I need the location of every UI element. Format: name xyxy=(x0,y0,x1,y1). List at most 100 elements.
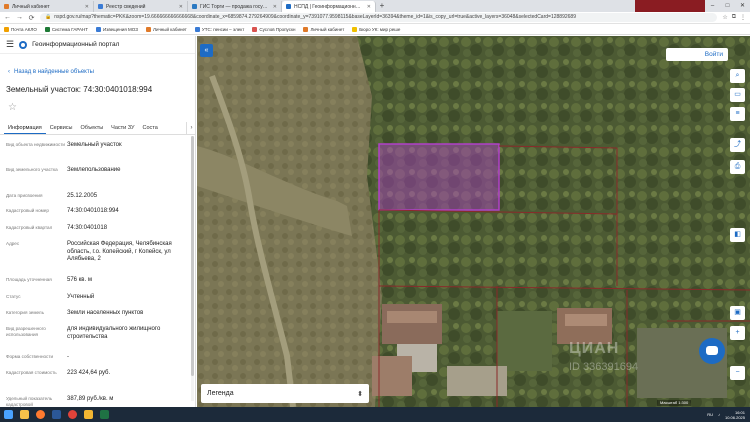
bookmark-label: Личный кабинет xyxy=(153,27,187,32)
chevron-right-icon[interactable]: › xyxy=(186,122,195,134)
menu-dots-icon[interactable]: ⋮ xyxy=(740,14,746,21)
excel-icon[interactable] xyxy=(96,407,112,422)
forward-arrow-icon[interactable]: → xyxy=(16,14,23,21)
zoom-out-button[interactable]: − xyxy=(730,366,745,380)
back-to-results-link[interactable]: ‹ Назад в найденные объекты xyxy=(8,69,94,75)
tab-services[interactable]: Сервисы xyxy=(46,122,77,134)
reload-icon[interactable]: ⟳ xyxy=(28,14,35,22)
object-title: Земельный участок: 74:30:0401018:994 xyxy=(6,85,153,94)
language-indicator[interactable]: RU xyxy=(707,412,713,417)
explorer-icon[interactable] xyxy=(16,407,32,422)
attribute-row: Кадастровый квартал 74:30:0401018 xyxy=(6,225,188,233)
favorite-star-icon[interactable]: ☆ xyxy=(8,102,17,113)
extensions-icon[interactable]: ⧉ xyxy=(732,14,736,21)
map-view[interactable]: ЦИАН ID 336391694 « Войти ⌕ ▭ ≡ ⤴ ⎙ ◧ ▣ … xyxy=(197,36,750,407)
bookmark-item[interactable]: Бюро УК: мир реше xyxy=(352,27,400,32)
portal-logo-icon[interactable] xyxy=(19,40,28,49)
browser-tab-active[interactable]: НСПД | Геоинформационный с ✕ xyxy=(282,1,376,12)
map-layers-toggle-icon[interactable]: ◧ xyxy=(730,228,745,242)
bookmark-item[interactable]: УТС: пенсии – элект xyxy=(194,27,245,32)
attribute-row: Категория земель Земли населенных пунктов xyxy=(6,310,188,318)
attribute-label: Кадастровый номер xyxy=(6,208,49,213)
scrollbar-thumb[interactable] xyxy=(191,136,194,376)
minimize-button[interactable]: – xyxy=(705,0,720,12)
attribute-value: 74:30:0401018 xyxy=(67,225,108,231)
legend-dropdown[interactable]: Легенда ⬍ xyxy=(201,384,369,403)
bookmark-item[interactable]: Личный кабинет xyxy=(146,27,187,32)
tab-label: Личный кабинет xyxy=(12,3,50,10)
bookmark-icon xyxy=(96,27,102,32)
bookmark-label: Суслов Пропускн xyxy=(259,27,296,32)
url-input[interactable]: 🔒 nspd.gov.ru/map?thematic=PKK&zoom=19.6… xyxy=(40,13,718,22)
bookmark-item[interactable]: Личный кабинет xyxy=(303,27,344,32)
tab-composition[interactable]: Соста xyxy=(139,122,162,134)
ruler-tool-icon[interactable]: ▭ xyxy=(730,88,745,102)
hamburger-menu-icon[interactable]: ☰ xyxy=(6,39,14,50)
layers-tool-icon[interactable]: ≡ xyxy=(730,107,745,121)
new-tab-button[interactable]: + xyxy=(376,1,388,12)
bookmark-item[interactable]: Суслов Пропускн xyxy=(252,27,295,32)
attribute-row: Дата присвоения 25.12.2005 xyxy=(6,193,188,201)
attribute-value: Российская Федерация, Челябинская област… xyxy=(67,241,172,262)
attribute-row: Площадь уточненная 576 кв. м xyxy=(6,277,188,285)
panel-scrollbar[interactable] xyxy=(191,136,194,401)
chat-bubble-icon xyxy=(706,346,718,355)
tab-label: НСПД | Геоинформационный с xyxy=(294,3,364,10)
bookmark-icon xyxy=(146,27,151,32)
share-tool-icon[interactable]: ⤴ xyxy=(730,138,745,152)
portal-title[interactable]: Геоинформационный портал xyxy=(32,41,119,48)
back-link-label: Назад в найденные объекты xyxy=(14,69,94,75)
tab-objects[interactable]: Объекты xyxy=(76,122,107,134)
collapse-panel-button[interactable]: « xyxy=(200,44,213,57)
address-bar-row: ← → ⟳ 🔒 nspd.gov.ru/map?thematic=PKK&zoo… xyxy=(0,12,750,24)
bookmark-star-icon[interactable]: ☆ xyxy=(722,14,727,21)
attribute-row: Кадастровая стоимость 223 424,64 руб. xyxy=(6,370,188,378)
attribute-value: - xyxy=(67,354,69,360)
browser-tab-bar: Личный кабинет ✕ Реестр сведений ✕ ГИС Т… xyxy=(0,0,750,12)
folder-icon[interactable] xyxy=(80,407,96,422)
browser-tab[interactable]: Личный кабинет ✕ xyxy=(0,1,94,12)
attribute-value: 25.12.2005 xyxy=(67,193,98,199)
attribute-label: Категория земель xyxy=(6,310,44,315)
attribute-row: Вид разрешенного использования для индиви… xyxy=(6,326,188,341)
browser-tab[interactable]: ГИС Торги — продажа государст ✕ xyxy=(188,1,282,12)
close-icon[interactable]: ✕ xyxy=(85,4,89,10)
clock-date: 10.06.2025 xyxy=(724,414,745,420)
tab-favicon-icon xyxy=(4,4,9,9)
maximize-button[interactable]: □ xyxy=(720,0,735,12)
login-button[interactable]: Войти xyxy=(666,48,728,61)
chat-support-button[interactable] xyxy=(699,338,725,364)
clock[interactable]: 16:01 10.06.2025 xyxy=(725,410,745,420)
volume-icon[interactable]: ♪ xyxy=(718,412,720,417)
attribute-label: Дата присвоения xyxy=(6,193,43,198)
attribute-row: Удельный показатель кадастровой 387,89 ру… xyxy=(6,396,188,407)
attribute-label: Вид земельного участка xyxy=(6,167,58,172)
chrome-icon[interactable] xyxy=(64,407,80,422)
search-tool-icon[interactable]: ⌕ xyxy=(730,69,745,83)
attribute-label: Адрес xyxy=(6,241,20,246)
bookmark-item[interactable]: Система ГАРАНТ xyxy=(44,27,89,32)
tab-parts[interactable]: Части ЗУ xyxy=(107,122,138,134)
close-icon[interactable]: ✕ xyxy=(179,4,183,10)
attribute-value: Учтенный xyxy=(67,294,95,300)
back-arrow-icon[interactable]: ← xyxy=(4,14,11,21)
close-icon[interactable]: ✕ xyxy=(367,4,371,10)
attribute-row: Вид земельного участка Землепользование xyxy=(6,167,188,175)
print-tool-icon[interactable]: ⎙ xyxy=(730,160,745,174)
satellite-imagery[interactable] xyxy=(197,36,750,407)
media-player-icon[interactable] xyxy=(32,407,48,422)
bookmark-label: УТС: пенсии – элект xyxy=(201,27,245,32)
panel-header: ☰ Геоинформационный портал xyxy=(0,36,195,54)
zoom-in-button[interactable]: + xyxy=(730,326,745,340)
window-close-button[interactable]: ✕ xyxy=(735,0,750,12)
bookmark-item[interactable]: Почта АКЛО xyxy=(4,27,37,32)
tab-information[interactable]: Информация xyxy=(4,122,46,134)
close-icon[interactable]: ✕ xyxy=(273,4,277,10)
browser-tab[interactable]: Реестр сведений ✕ xyxy=(94,1,188,12)
word-icon[interactable] xyxy=(48,407,64,422)
bookmark-item[interactable]: Извещения МОЗ xyxy=(96,27,138,32)
basemap-tool-icon[interactable]: ▣ xyxy=(730,306,745,320)
bookmark-label: Система ГАРАНТ xyxy=(51,27,89,32)
tab-label: ГИС Торги — продажа государст xyxy=(200,3,270,10)
windows-start-icon[interactable] xyxy=(0,407,16,422)
